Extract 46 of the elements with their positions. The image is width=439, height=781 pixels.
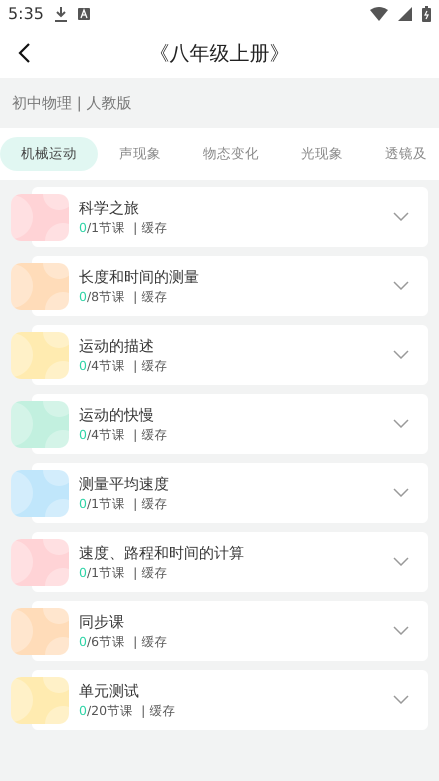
lesson-count: 0/8节课	[79, 288, 126, 306]
keyboard-icon	[78, 8, 90, 20]
chevron-down-icon[interactable]	[393, 350, 409, 359]
lesson-count: 0/1节课	[79, 495, 126, 513]
chevron-down-icon[interactable]	[393, 626, 409, 635]
chevron-down-icon[interactable]	[393, 419, 409, 428]
category-tab[interactable]: 透镜及	[364, 137, 439, 171]
category-tab[interactable]: 光现象	[280, 137, 364, 171]
cache-label: | 缓存	[133, 288, 168, 306]
cache-label: | 缓存	[133, 219, 168, 237]
cache-label: | 缓存	[133, 495, 168, 513]
signal-icon	[398, 7, 412, 21]
chevron-down-icon[interactable]	[393, 281, 409, 290]
chapter-title: 速度、路程和时间的计算	[79, 543, 244, 564]
page-title: 《八年级上册》	[150, 40, 290, 67]
category-tab[interactable]: 机械运动	[0, 137, 98, 171]
chevron-down-icon[interactable]	[393, 557, 409, 566]
category-tab[interactable]: 声现象	[98, 137, 182, 171]
lesson-count: 0/4节课	[79, 357, 126, 375]
wifi-icon	[370, 7, 388, 21]
chevron-down-icon[interactable]	[393, 212, 409, 221]
back-icon	[17, 42, 31, 64]
chapter-title: 测量平均速度	[79, 474, 169, 495]
category-tab[interactable]: 物态变化	[182, 137, 280, 171]
chapter-title: 运动的描述	[79, 336, 155, 357]
cache-label: | 缓存	[133, 426, 168, 444]
lesson-count: 0/6节课	[79, 633, 126, 651]
lesson-count: 0/1节课	[79, 564, 126, 582]
chapter-title: 长度和时间的测量	[79, 267, 199, 288]
chevron-down-icon[interactable]	[393, 488, 409, 497]
battery-icon	[422, 6, 431, 22]
cache-label: | 缓存	[141, 702, 176, 720]
cache-label: | 缓存	[133, 564, 168, 582]
lesson-count: 0/20节课	[79, 702, 134, 720]
cache-label: | 缓存	[133, 633, 168, 651]
cache-label: | 缓存	[133, 357, 168, 375]
chapter-title: 同步课	[79, 612, 125, 633]
lesson-count: 0/4节课	[79, 426, 126, 444]
subject-label: 初中物理 | 人教版	[12, 92, 132, 114]
lesson-count: 0/1节课	[79, 219, 126, 237]
download-icon	[54, 6, 68, 22]
chapter-title: 科学之旅	[79, 198, 140, 219]
chapter-title: 运动的快慢	[79, 405, 155, 426]
status-time: 5:35	[8, 3, 44, 25]
chapter-title: 单元测试	[79, 681, 140, 702]
chevron-down-icon[interactable]	[393, 695, 409, 704]
